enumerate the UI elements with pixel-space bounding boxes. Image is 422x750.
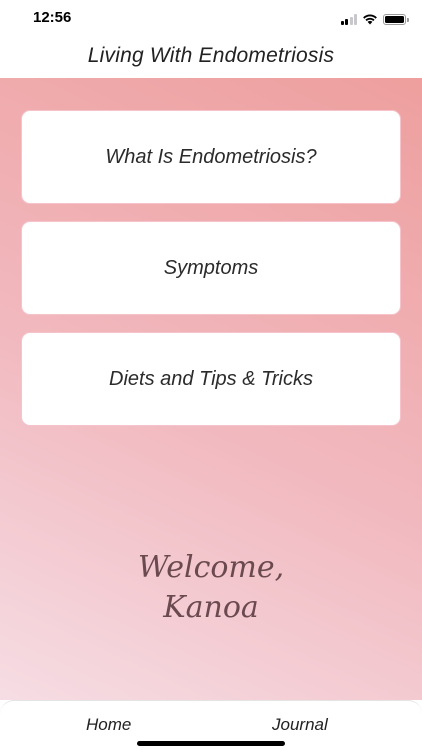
menu-button-what-is-endometriosis[interactable]: What Is Endometriosis? bbox=[21, 110, 401, 204]
page-title: Living With Endometriosis bbox=[87, 44, 335, 67]
welcome-message: Welcome, Kanoa bbox=[0, 548, 422, 628]
welcome-username: Kanoa bbox=[163, 590, 259, 625]
status-bar: 12:56 bbox=[0, 0, 422, 40]
status-icons bbox=[340, 11, 409, 25]
tab-journal[interactable]: Journal bbox=[272, 715, 328, 735]
menu-button-symptoms[interactable]: Symptoms bbox=[21, 221, 401, 315]
welcome-greeting: Welcome, bbox=[137, 550, 285, 585]
tab-home[interactable]: Home bbox=[86, 715, 131, 735]
menu-button-label: Symptoms bbox=[163, 256, 259, 279]
home-indicator[interactable] bbox=[137, 741, 285, 746]
main-content: What Is Endometriosis? Symptoms Diets an… bbox=[0, 78, 422, 700]
nav-bar: Living With Endometriosis bbox=[0, 40, 422, 78]
wifi-icon bbox=[362, 13, 378, 25]
menu-button-label: What Is Endometriosis? bbox=[105, 145, 317, 168]
cellular-signal-icon bbox=[340, 14, 357, 25]
status-time: 12:56 bbox=[33, 9, 72, 26]
menu-button-diets-tips[interactable]: Diets and Tips & Tricks bbox=[21, 332, 401, 426]
menu-button-label: Diets and Tips & Tricks bbox=[109, 367, 313, 390]
battery-icon bbox=[383, 14, 409, 25]
